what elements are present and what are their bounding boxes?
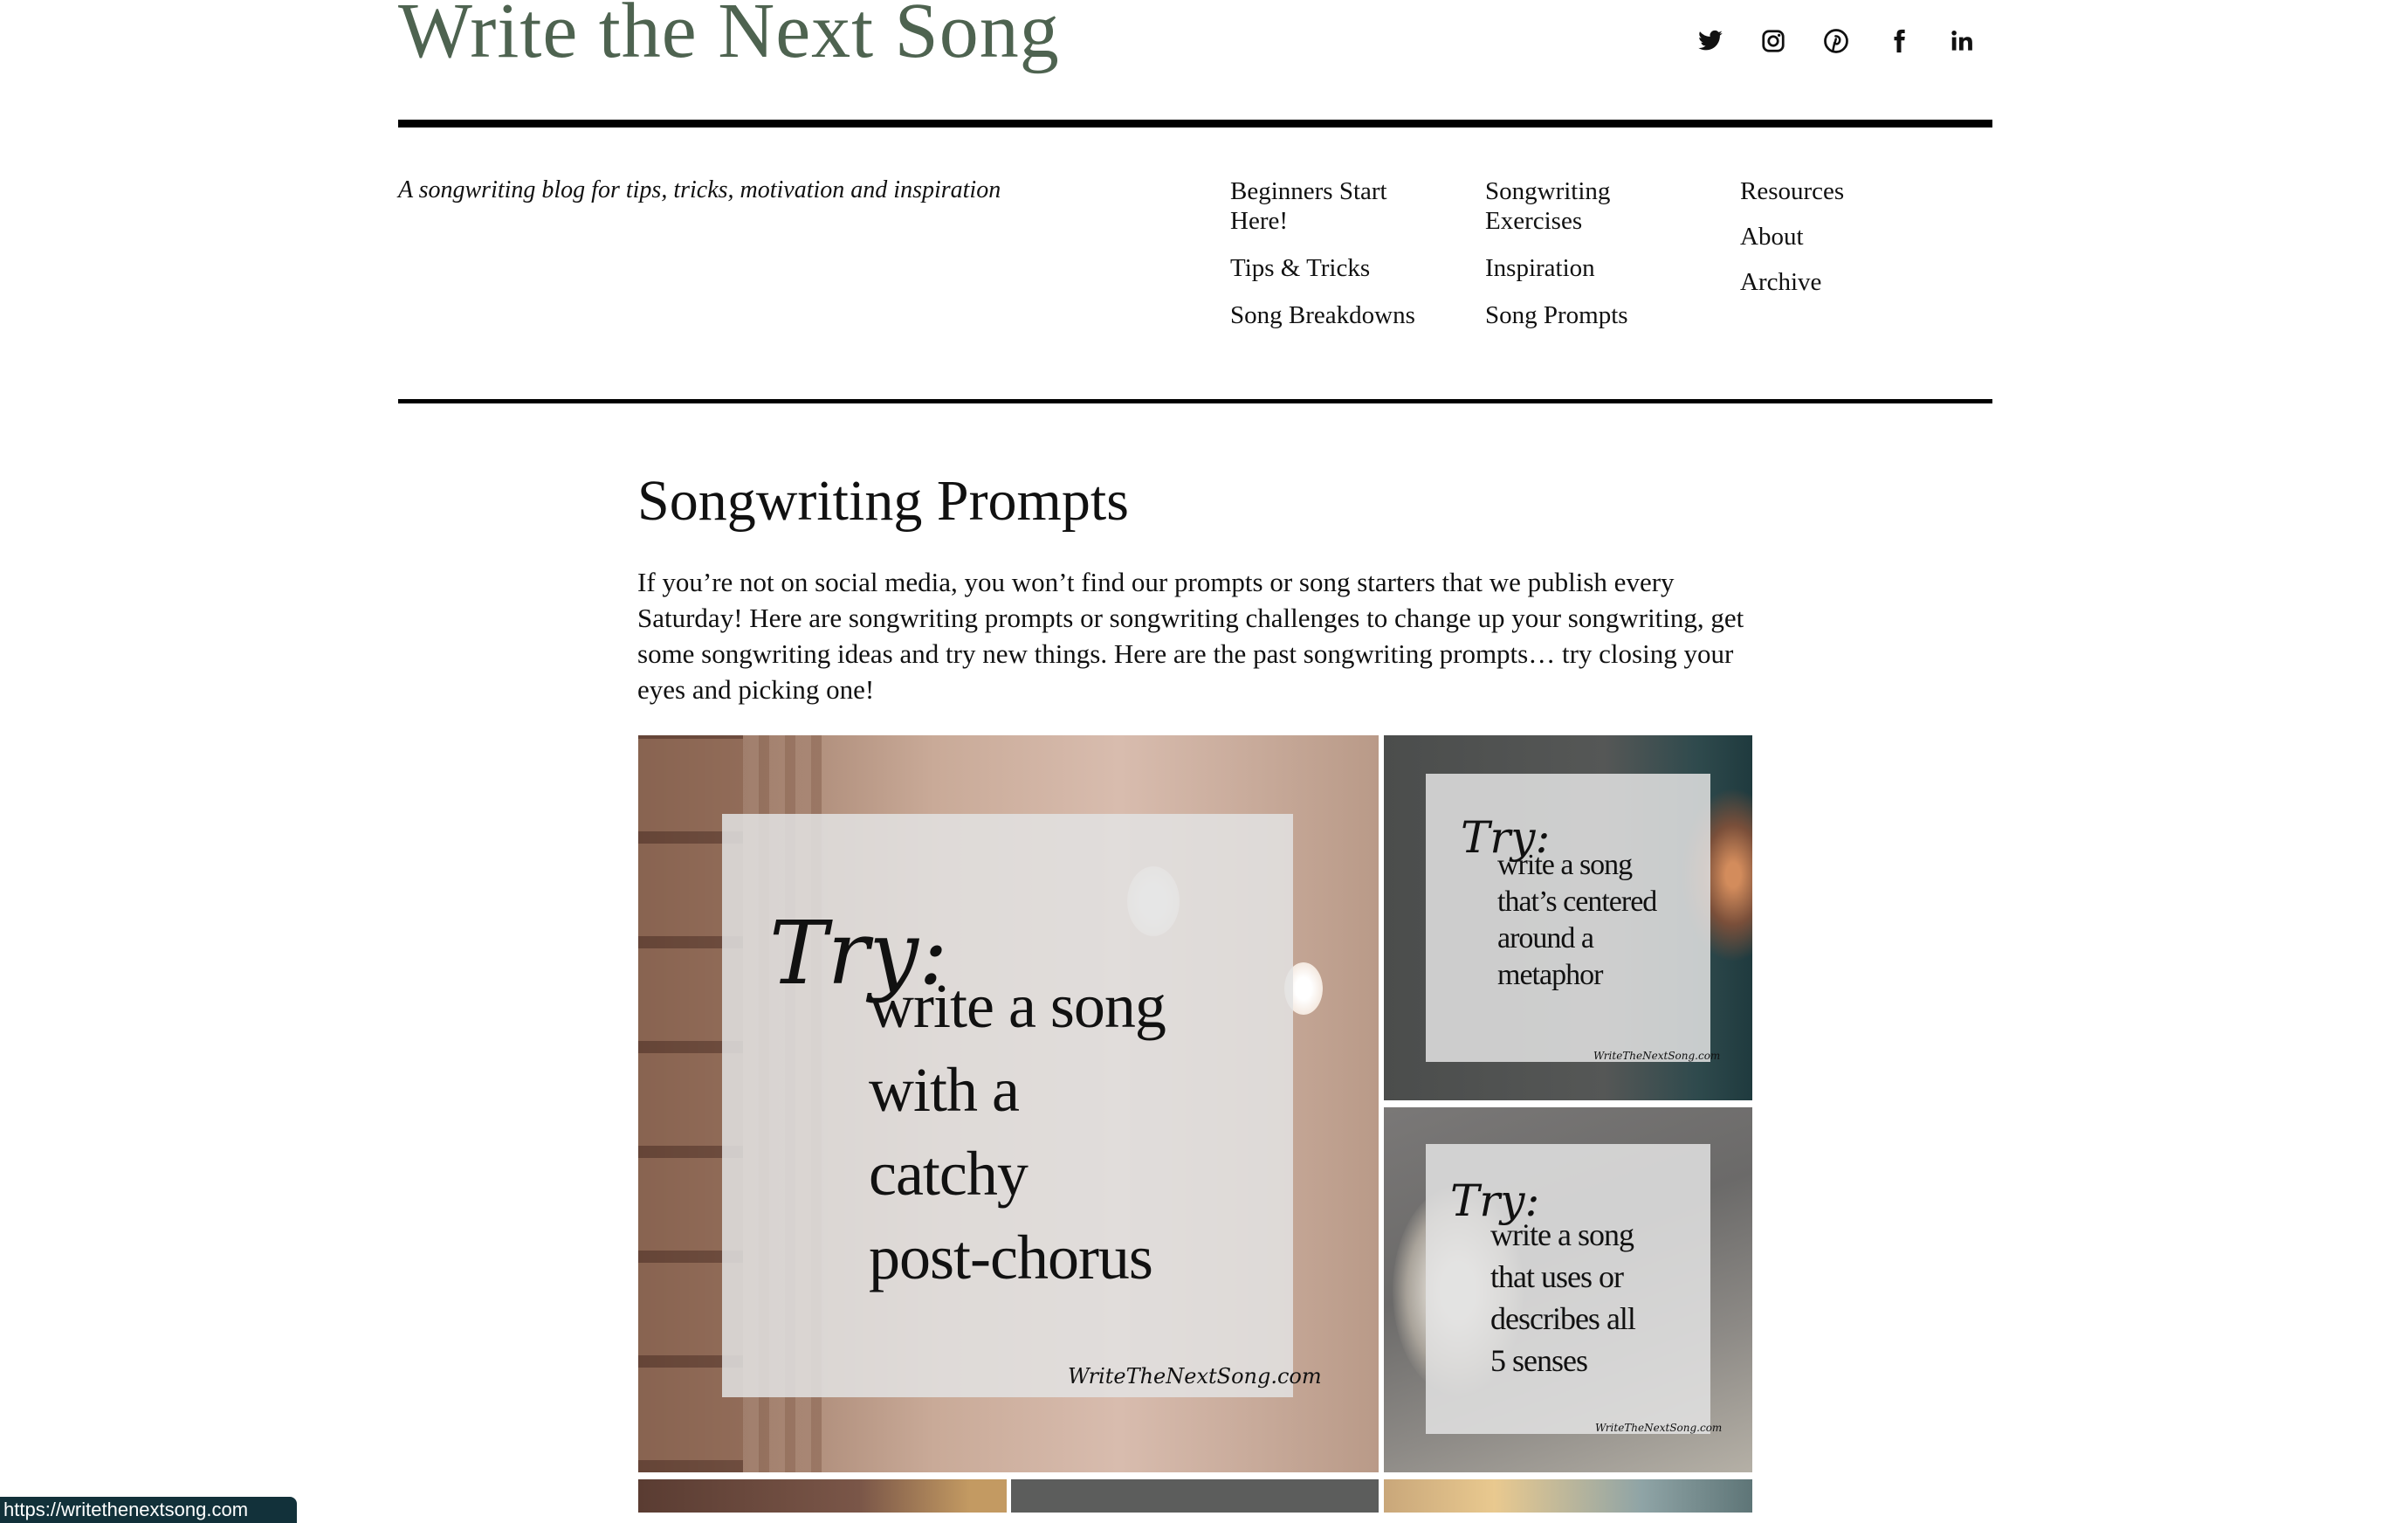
prompt-tile-metaphor[interactable]: Try: write a song that’s centered around… — [1384, 735, 1752, 1100]
facebook-icon[interactable] — [1881, 23, 1917, 59]
prompt-tile-five-senses[interactable]: Try: write a song that uses or describes… — [1384, 1107, 1752, 1472]
nav-inspiration[interactable]: Inspiration — [1485, 253, 1712, 283]
nav-archive[interactable]: Archive — [1740, 267, 1967, 297]
prompt-text: write a song that uses or describes all … — [1490, 1217, 1636, 1378]
nav-song-prompts[interactable]: Song Prompts — [1485, 300, 1712, 330]
prompt-tile-partial[interactable] — [1384, 1479, 1752, 1513]
site-tagline: A songwriting blog for tips, tricks, mot… — [398, 176, 1001, 203]
prompt-tile-partial[interactable] — [1011, 1479, 1379, 1513]
page-intro: If you’re not on social media, you won’t… — [637, 567, 1744, 705]
link-status-bar: https://writethenextsong.com — [0, 1497, 297, 1523]
prompt-signature: WriteTheNextSong.com — [1595, 1422, 1723, 1434]
nav-about[interactable]: About — [1740, 222, 1967, 252]
prompt-text: write a song that’s centered around a me… — [1497, 849, 1657, 991]
nav-beginners-start-here[interactable]: Beginners Start Here! — [1230, 176, 1431, 236]
nav-divider — [398, 399, 1992, 403]
prompt-text: write a song with a catchy post-chorus — [869, 971, 1166, 1292]
twitter-icon[interactable] — [1692, 23, 1729, 59]
nav-column-1: Beginners Start Here! Tips & Tricks Song… — [1230, 176, 1457, 348]
nav-column-2: Songwriting Exercises Inspiration Song P… — [1485, 176, 1712, 348]
nav-column-3: Resources About Archive — [1740, 176, 1967, 314]
prompt-signature: WriteTheNextSong.com — [1068, 1364, 1322, 1389]
header-divider — [398, 120, 1992, 127]
nav-songwriting-exercises[interactable]: Songwriting Exercises — [1485, 176, 1660, 236]
pinterest-icon[interactable] — [1818, 23, 1854, 59]
page-title: Songwriting Prompts — [637, 469, 1129, 533]
nav-resources[interactable]: Resources — [1740, 176, 1967, 206]
prompt-tile-partial[interactable] — [638, 1479, 1007, 1513]
instagram-icon[interactable] — [1755, 23, 1792, 59]
prompt-signature: WriteTheNextSong.com — [1593, 1050, 1721, 1062]
site-title[interactable]: Write the Next Song — [398, 0, 1060, 74]
nav-song-breakdowns[interactable]: Song Breakdowns — [1230, 300, 1457, 330]
prompt-tile-post-chorus[interactable]: Try: write a song with a catchy post-cho… — [638, 735, 1379, 1472]
linkedin-icon[interactable] — [1944, 23, 1980, 59]
social-links — [1692, 23, 2006, 59]
nav-tips-tricks[interactable]: Tips & Tricks — [1230, 253, 1457, 283]
